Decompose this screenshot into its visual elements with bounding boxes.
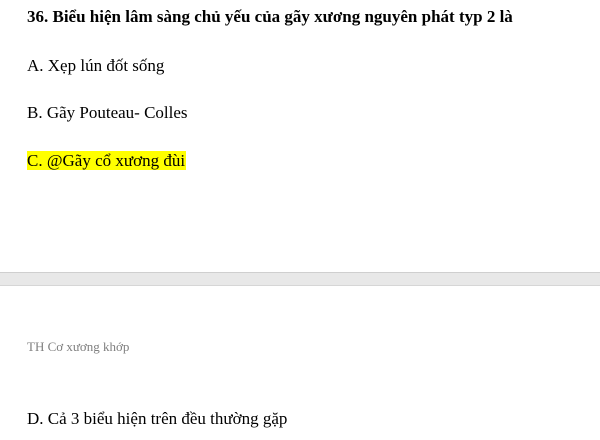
option-c: C. @Gãy cổ xương đùi (27, 150, 187, 172)
question-title: 36. Biểu hiện lâm sàng chủ yếu của gãy x… (27, 7, 513, 26)
page-break-separator (0, 272, 600, 286)
option-d: D. Cả 3 biểu hiện trên đều thường gặp (27, 409, 288, 428)
document-page-1 (0, 0, 600, 272)
page-header-text: TH Cơ xương khớp (27, 339, 130, 354)
option-b: B. Gãy Pouteau- Colles (27, 103, 188, 122)
option-c-highlighted-text: C. @Gãy cổ xương đùi (27, 151, 187, 170)
option-a: A. Xẹp lún đốt sống (27, 56, 165, 75)
